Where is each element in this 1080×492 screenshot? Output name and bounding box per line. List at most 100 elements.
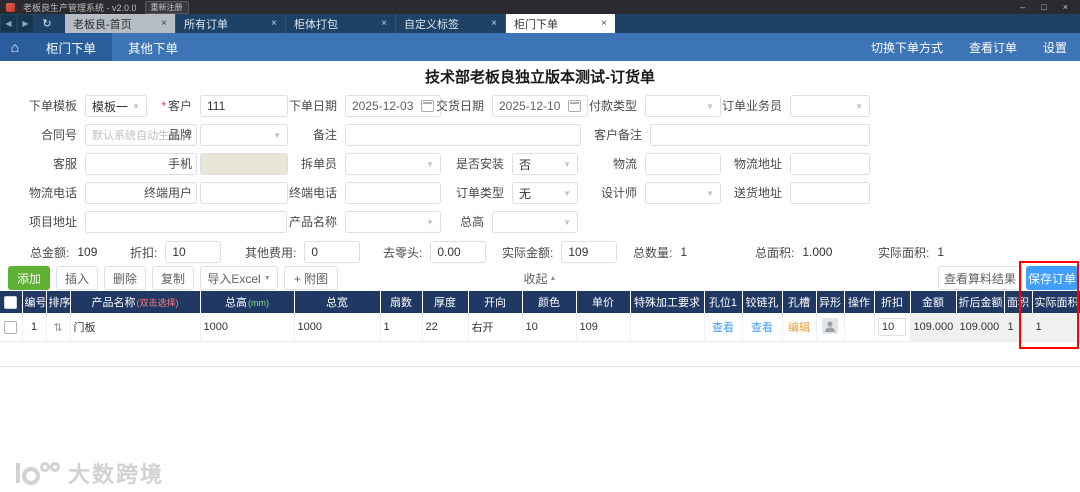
rounding-input[interactable]: 0.00 [430, 241, 487, 263]
reregister-button[interactable]: 重新注册 [144, 0, 189, 14]
nav-item-cabinet-door-order[interactable]: 柜门下单 [30, 33, 113, 61]
nav-item-other-order[interactable]: 其他下单 [112, 33, 194, 61]
import-excel-button[interactable]: 导入Excel ▼ [200, 266, 278, 290]
cell-product-name[interactable]: 门板 [70, 313, 201, 342]
col-product-name: 产品名称(双击选择) [70, 291, 201, 313]
app-window: 老板良生产管理系统 - v2.0.0 重新注册 – □ × ◀ ▶ ↻ 老板良-… [0, 0, 1080, 492]
product-thumbnail-avatar[interactable] [822, 317, 838, 334]
settings-link[interactable]: 设置 [1030, 33, 1080, 61]
actual-amount-input[interactable]: 109 [561, 241, 618, 263]
collapse-toggle[interactable]: 收起 ▲ [508, 270, 572, 287]
summary-label: 实际面积: [878, 245, 930, 260]
insert-button[interactable]: 插入 [56, 266, 98, 290]
col-color: 颜色 [522, 291, 577, 313]
row-checkbox[interactable] [4, 320, 18, 334]
col-unit-price: 单价 [576, 291, 631, 313]
minimize-icon[interactable]: – [1020, 2, 1025, 12]
close-icon[interactable]: × [161, 18, 167, 29]
delivery-address-label: 送货地址 [733, 186, 782, 200]
maximize-icon[interactable]: □ [1041, 2, 1046, 12]
table-header-row: 编号 排序 产品名称(双击选择) 总高(mm) 总宽 扇数 厚度 开向 颜色 单… [0, 291, 1080, 313]
header-hint: (双击选择) [136, 298, 179, 308]
forward-icon[interactable]: ▶ [18, 15, 33, 32]
col-hinge-hole: 铰链孔 [742, 291, 783, 313]
refresh-icon[interactable]: ↻ [38, 15, 56, 32]
copy-button[interactable]: 复制 [152, 266, 194, 290]
chevron-down-icon: ▼ [563, 217, 571, 227]
save-order-button[interactable]: 保存订单 [1026, 266, 1078, 290]
header-text: 产品名称 [91, 297, 136, 309]
watermark: 大数跨境 [14, 457, 164, 489]
logistics-label: 物流 [612, 157, 637, 171]
attach-image-button[interactable]: + 附图 [284, 266, 338, 290]
customer-remark-input[interactable] [650, 124, 870, 146]
logistics-address-input[interactable] [790, 153, 870, 175]
window-controls: – □ × [1020, 2, 1074, 12]
cell-open-direction[interactable]: 右开 [468, 313, 523, 342]
edit-slot-link[interactable]: 编辑 [788, 322, 810, 334]
add-button[interactable]: 添加 [8, 266, 50, 290]
drag-sort-icon[interactable]: ⇅ [53, 322, 62, 334]
summary-value: 1 [937, 245, 945, 259]
customer-remark-field: 客户备注 [594, 124, 870, 146]
salesman-select[interactable]: ▼ [790, 95, 870, 117]
back-icon[interactable]: ◀ [1, 15, 16, 32]
delivery-address-input[interactable] [790, 182, 870, 204]
close-icon[interactable]: × [1063, 2, 1068, 12]
switch-order-mode-link[interactable]: 切换下单方式 [858, 33, 956, 61]
total-height-field: 总高 ▼ [460, 211, 578, 233]
close-icon[interactable]: × [601, 18, 607, 29]
service-label: 客服 [52, 157, 77, 171]
col-special-process: 特殊加工要求 [630, 291, 705, 313]
col-hole1: 孔位1 [704, 291, 743, 313]
close-icon[interactable]: × [271, 18, 277, 29]
close-icon[interactable]: × [381, 18, 387, 29]
cell-unit-price[interactable]: 109 [576, 313, 631, 342]
view-hinge-hole-link[interactable]: 查看 [751, 322, 773, 334]
view-orders-link[interactable]: 查看订单 [956, 33, 1030, 61]
install-label: 是否安装 [455, 157, 504, 171]
other-fee-input[interactable]: 0 [304, 241, 361, 263]
cell-color[interactable]: 10 [522, 313, 577, 342]
tab-home[interactable]: 老板良-首页 × [65, 14, 175, 33]
view-hole1-link[interactable]: 查看 [712, 322, 734, 334]
view-material-result-button[interactable]: 查看算料结果 [938, 266, 1022, 290]
title-bar: 老板良生产管理系统 - v2.0.0 重新注册 – □ × [0, 0, 1080, 14]
discount-input[interactable]: 10 [165, 241, 222, 263]
tab-all-orders[interactable]: 所有订单 × [175, 14, 285, 33]
select-all-checkbox[interactable] [4, 295, 18, 309]
tab-custom-label[interactable]: 自定义标签 × [395, 14, 505, 33]
row-discount-input[interactable]: 10 [878, 318, 906, 336]
cell-actions [844, 313, 875, 342]
col-open-direction: 开向 [468, 291, 523, 313]
cell-fan-count[interactable]: 1 [380, 313, 423, 342]
tab-cabinet-door-order[interactable]: 柜门下单 × [505, 14, 615, 33]
col-sort: 排序 [46, 291, 71, 313]
customer-remark-label: 客户备注 [593, 128, 642, 142]
tab-label: 柜体打包 [294, 18, 338, 31]
delete-button[interactable]: 删除 [104, 266, 146, 290]
table-row: 1 ⇅ 门板 1000 1000 1 22 右开 10 109 查看 查看 编辑 [0, 313, 1080, 342]
home-icon[interactable]: ⌂ [0, 33, 30, 61]
summary-label: 折扣: [130, 245, 158, 260]
salesman-label: 订单业务员 [721, 99, 782, 113]
logistics-address-label: 物流地址 [733, 157, 782, 171]
logistics-address-field: 物流地址 [734, 153, 870, 175]
tab-cabinet-pack[interactable]: 柜体打包 × [285, 14, 395, 33]
cell-special-process[interactable] [630, 313, 705, 342]
tab-label: 自定义标签 [404, 18, 459, 31]
cell-width[interactable]: 1000 [294, 313, 381, 342]
order-date-label: 下单日期 [288, 99, 337, 113]
col-slot: 孔槽 [782, 291, 817, 313]
cell-area: 1 [1004, 313, 1033, 342]
cell-thickness[interactable]: 22 [422, 313, 469, 342]
col-no: 编号 [22, 291, 47, 313]
total-height-select[interactable]: ▼ [492, 211, 578, 233]
content-area: 技术部老板良独立版本测试-订货单 下单模板 模板一 ▼ * 客户 111 下单日期… [0, 61, 1080, 492]
delivery-date-label: 交货日期 [435, 99, 484, 113]
summary-label: 去零头: [383, 245, 423, 260]
chevron-up-icon: ▲ [549, 275, 557, 282]
cell-height[interactable]: 1000 [200, 313, 295, 342]
close-icon[interactable]: × [491, 18, 497, 29]
